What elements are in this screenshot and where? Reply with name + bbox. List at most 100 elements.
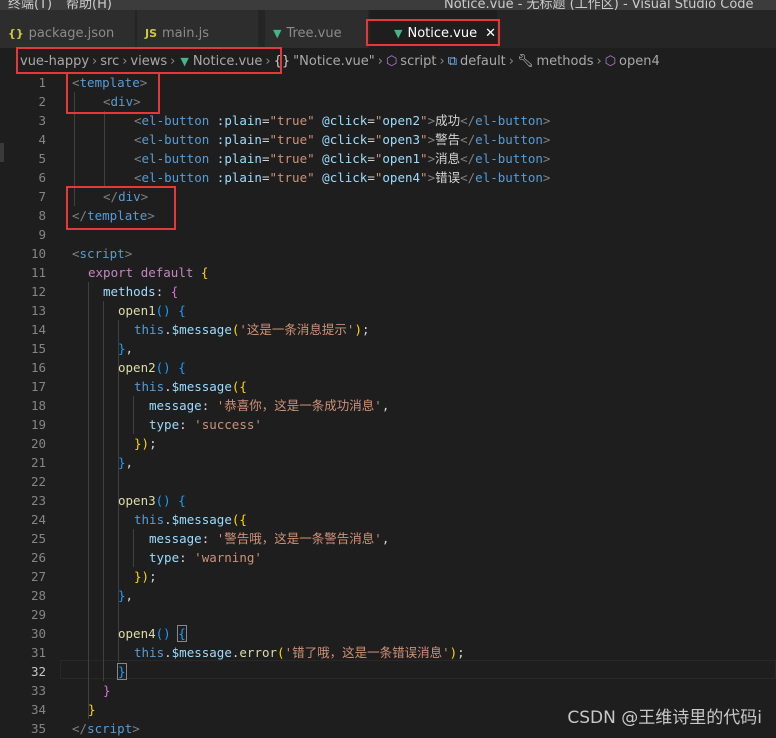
button-label: 成功 [435, 113, 461, 128]
line-number: 29 [30, 607, 46, 622]
code-line: 6 <el-button :plain="true" @click="open4"… [0, 168, 776, 187]
line-number: 32 [30, 664, 46, 679]
line-number: 34 [30, 702, 46, 717]
field-icon: ⧉ [447, 54, 458, 69]
line-number: 17 [30, 379, 46, 394]
button-label: 警告 [435, 132, 461, 147]
line-number: 11 [30, 265, 46, 280]
chevron-right-icon: › [508, 54, 514, 69]
code-line: 4 <el-button :plain="true" @click="open3"… [0, 130, 776, 149]
code-line: 16 open2() { [0, 358, 776, 377]
tab-label: main.js [162, 26, 210, 41]
line-number: 6 [38, 170, 46, 185]
line-number: 9 [38, 227, 46, 242]
code-line: 23 open3() { [0, 491, 776, 510]
line-number: 31 [30, 645, 46, 660]
highlight-box [66, 72, 160, 114]
string-literal: 'warning' [194, 550, 262, 565]
line-number: 22 [30, 474, 46, 489]
code-line: 17 this.$message({ [0, 377, 776, 396]
tab-label: package.json [28, 26, 115, 41]
window-title: Notice.vue - 无标题 (工作区) - Visual Studio C… [444, 0, 754, 10]
string-literal: 'success' [194, 417, 262, 432]
line-number: 7 [38, 189, 46, 204]
button-label: 消息 [435, 151, 461, 166]
string-literal: '警告哦，这是一条警告消息' [216, 531, 382, 546]
handler-name: open2 [382, 113, 421, 128]
line-number: 33 [30, 683, 46, 698]
code-line: 21}, [0, 453, 776, 472]
string-literal: '这是一条消息提示' [239, 322, 355, 337]
code-line: 27}); [0, 567, 776, 586]
highlight-box [16, 47, 282, 74]
breadcrumb-item[interactable]: methods [537, 48, 594, 76]
line-number: 14 [30, 322, 46, 337]
line-number: 20 [30, 436, 46, 451]
code-line: 30 open4() { [0, 624, 776, 643]
line-number: 13 [30, 303, 46, 318]
tab-tree-vue[interactable]: ▼ Tree.vue [265, 10, 369, 48]
line-number: 16 [30, 360, 46, 375]
watermark: CSDN @王维诗里的代码i [567, 708, 762, 728]
breadcrumb-item[interactable]: default [460, 48, 506, 76]
chevron-right-icon: › [439, 54, 445, 69]
breadcrumb-item[interactable]: "Notice.vue" [293, 48, 375, 76]
handler-name: open1 [382, 151, 421, 166]
code-line: 12 methods: { [0, 282, 776, 301]
code-line: 10 <script> [0, 244, 776, 263]
cube-icon: ⬡ [385, 54, 398, 69]
code-line: 22 [0, 472, 776, 491]
code-line: 18 message: '恭喜你，这是一条成功消息', [0, 396, 776, 415]
code-line: 19 type: 'success' [0, 415, 776, 434]
tab-main-js[interactable]: JS main.js [137, 10, 259, 48]
line-number: 27 [30, 569, 46, 584]
handler-name: open4 [382, 170, 421, 185]
line-number: 23 [30, 493, 46, 508]
menu-terminal[interactable]: 终端(T) [8, 0, 52, 10]
breadcrumb-item[interactable]: script [400, 48, 436, 76]
breadcrumb-item[interactable]: open4 [619, 48, 660, 76]
line-number: 15 [30, 341, 46, 356]
code-line: 26 type: 'warning' [0, 548, 776, 567]
string-literal: '错了哦，这是一条错误消息' [284, 645, 450, 660]
title-bar: 终端(T) 帮助(H) Notice.vue - 无标题 (工作区) - Vis… [0, 0, 776, 10]
code-line: 29 [0, 605, 776, 624]
button-label: 错误 [435, 170, 461, 185]
menu-help[interactable]: 帮助(H) [66, 0, 112, 10]
line-number: 10 [30, 246, 46, 261]
code-line: 25 message: '警告哦，这是一条警告消息', [0, 529, 776, 548]
line-number: 21 [30, 455, 46, 470]
code-line: 32} [0, 662, 776, 681]
line-number: 18 [30, 398, 46, 413]
method-icon: ⬡ [604, 54, 617, 69]
line-number: 2 [38, 94, 46, 109]
line-number: 30 [30, 626, 46, 641]
line-number: 26 [30, 550, 46, 565]
code-line: 15}, [0, 339, 776, 358]
line-number: 1 [38, 75, 46, 90]
line-number: 3 [38, 113, 46, 128]
highlight-box [66, 186, 176, 230]
highlight-box [366, 19, 500, 46]
code-line: 14 this.$message('这是一条消息提示'); [0, 320, 776, 339]
tab-label: Tree.vue [286, 26, 342, 41]
handler-name: open3 [382, 132, 421, 147]
line-number: 5 [38, 151, 46, 166]
code-line: 13 open1() { [0, 301, 776, 320]
code-line: 11 export default { [0, 263, 776, 282]
chevron-right-icon: › [377, 54, 383, 69]
code-line: 5 <el-button :plain="true" @click="open1"… [0, 149, 776, 168]
line-number: 12 [30, 284, 46, 299]
code-line: 28}, [0, 586, 776, 605]
line-number: 35 [30, 721, 46, 736]
line-number: 4 [38, 132, 46, 147]
line-number: 25 [30, 531, 46, 546]
code-line: 24 this.$message({ [0, 510, 776, 529]
chevron-right-icon: › [596, 54, 602, 69]
code-line: 31 this.$message.error('错了哦，这是一条错误消息'); [0, 643, 776, 662]
tab-package-json[interactable]: {} package.json [0, 10, 136, 48]
line-number: 28 [30, 588, 46, 603]
code-editor[interactable]: 1 <template> 2 <div> 3 <el-button :plain="t… [0, 73, 776, 736]
code-line: 33} [0, 681, 776, 700]
code-line: 20}); [0, 434, 776, 453]
